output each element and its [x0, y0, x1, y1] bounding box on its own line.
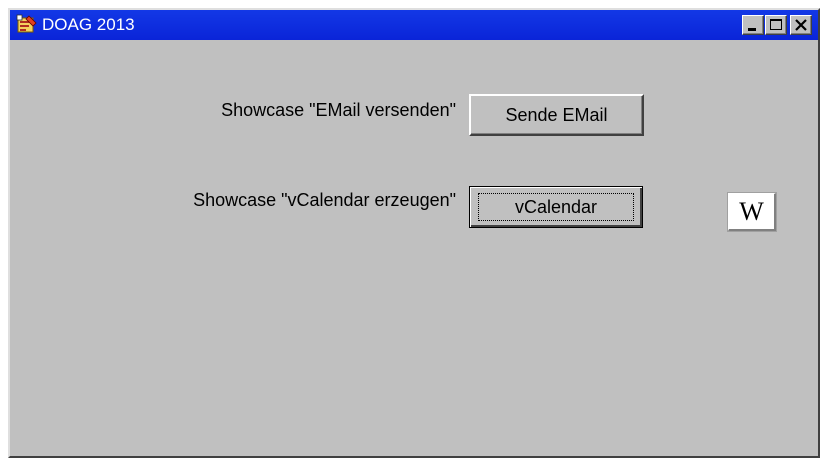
wikipedia-icon: W [739, 197, 764, 226]
close-icon [795, 19, 807, 31]
send-email-button-label: Sende EMail [505, 105, 608, 125]
app-form-icon[interactable] [16, 14, 38, 36]
email-showcase-label: Showcase "EMail versenden" [221, 100, 456, 120]
minimize-icon [748, 28, 756, 31]
vcalendar-button[interactable]: vCalendar [469, 186, 643, 228]
send-email-button[interactable]: Sende EMail [469, 94, 644, 136]
maximize-icon [770, 19, 782, 30]
close-button[interactable] [790, 15, 812, 35]
window-title: DOAG 2013 [42, 15, 135, 34]
vcalendar-showcase-label: Showcase "vCalendar erzeugen" [193, 190, 456, 210]
maximize-button[interactable] [765, 15, 787, 35]
title-bar[interactable]: DOAG 2013 [10, 10, 818, 40]
minimize-button[interactable] [742, 15, 764, 35]
wikipedia-button[interactable]: W [727, 192, 777, 232]
app-window: DOAG 2013 Showcase "EMail versenden" Sen… [8, 8, 820, 458]
vcalendar-button-label: vCalendar [514, 197, 598, 217]
